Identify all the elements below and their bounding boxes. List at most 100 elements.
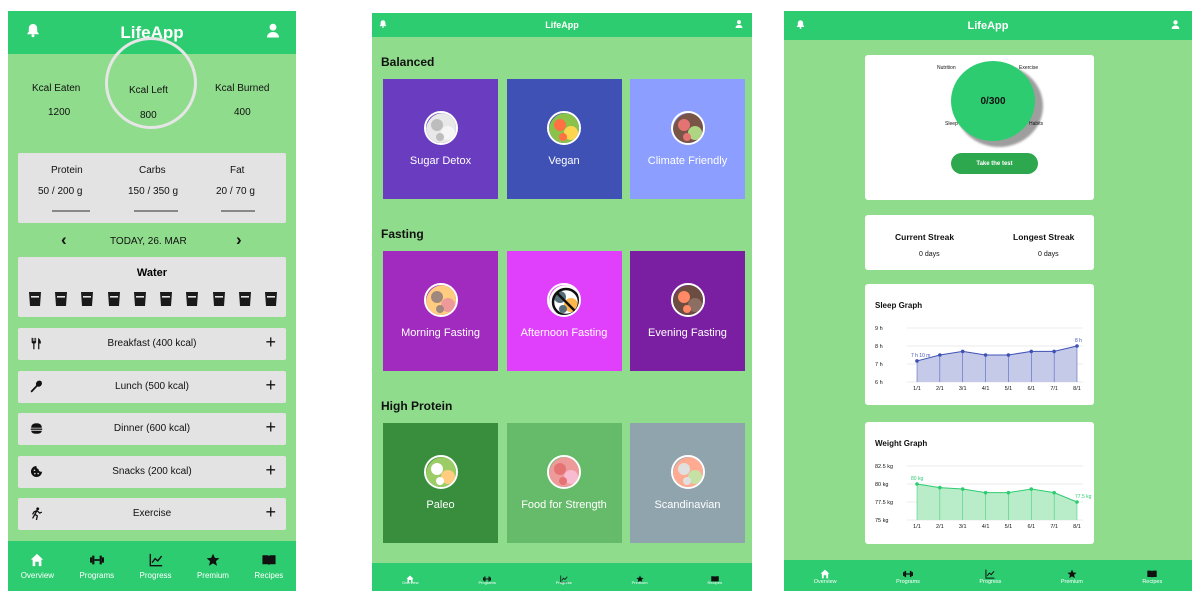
book-icon [262,553,276,567]
add-button[interactable]: + [265,460,276,481]
nav-recipes[interactable]: Recipes [254,553,283,580]
star-icon [1067,566,1077,579]
water-glass-icon[interactable] [28,291,42,307]
bell-icon[interactable] [26,23,40,43]
water-glass-icon[interactable] [80,291,94,307]
bell-icon[interactable] [379,20,387,31]
nav-programs[interactable]: Programs [896,566,920,585]
program-image [423,283,458,317]
nav-progress[interactable]: Progress [979,566,1001,585]
nav-label: Progress [555,579,572,585]
nav-programs[interactable]: Programs [479,570,496,585]
water-glass-icon[interactable] [107,291,121,307]
nav-progress[interactable]: Progress [556,570,572,585]
program-label: Sugar Detox [409,155,472,167]
nav-overview[interactable]: Overview [814,566,837,585]
water-glass-icon[interactable] [238,291,252,307]
nav-progress[interactable]: Progress [140,553,172,580]
meal-row[interactable]: Exercise + [18,498,286,530]
date-label: TODAY, 26. MAR [110,236,187,247]
data-point [1052,490,1056,495]
star-icon [206,553,220,567]
nav-programs[interactable]: Programs [79,553,114,580]
data-point [1006,353,1011,357]
user-icon[interactable] [735,20,743,31]
program-tile[interactable]: Evening Fasting [630,251,745,371]
xtick-label: 6/1 [1027,386,1035,392]
weight-chart: 82.5 kg 80 kg 77.5 kg 75 kg 1/1 2/1 3/1 4/1 5/1 6… [875,464,1092,530]
add-button[interactable]: + [265,502,276,523]
program-label: Vegan [548,155,580,167]
program-tile[interactable]: Climate Friendly [630,79,745,199]
water-glass-icon[interactable] [264,291,278,307]
water-glass-icon[interactable] [185,291,199,307]
chart-icon [985,566,995,579]
xtick-label: 7/1 [1050,386,1058,392]
app-header: LifeApp [784,11,1192,40]
water-glasses [28,291,278,307]
dumbbell-icon [89,553,104,567]
program-image [670,455,705,489]
data-point [915,359,919,363]
add-button[interactable]: + [265,332,276,353]
program-tile[interactable]: Scandinavian [630,423,745,543]
nav-overview[interactable]: Overview [402,570,419,585]
program-image [547,455,581,489]
program-image [670,111,705,145]
data-point [1052,349,1056,354]
meal-row[interactable]: Lunch (500 kcal) + [18,370,286,403]
program-tile[interactable]: Sugar Detox [383,79,498,199]
ytick-label: 6 h [875,380,883,386]
score-label-nutrition: Nutrition [937,65,956,71]
nav-label: Overview [20,570,55,580]
kcal-burned-value: 400 [234,107,251,118]
progress-screen: LifeApp 0/300 Nutrition Exercise Sleep H… [784,11,1192,591]
meal-row[interactable]: Breakfast (400 kcal) + [18,328,286,360]
app-title: LifeApp [967,19,1009,32]
bell-icon[interactable] [796,19,805,32]
data-point [983,353,988,357]
water-glass-icon[interactable] [133,291,147,307]
weight-graph-card: Weight Graph 82.5 kg 80 kg 77.5 kg 75 kg 1/1… [865,422,1094,544]
water-glass-icon[interactable] [54,291,68,307]
score-value: 0/300 [980,95,1006,107]
program-tile[interactable]: Morning Fasting [383,251,498,371]
nav-label: Progress [139,570,172,580]
home-icon [820,566,830,579]
bottom-nav: Overview Programs Progress Premium Recipes [784,560,1192,591]
data-point [983,490,988,495]
carbs-bar [134,210,178,212]
user-icon[interactable] [1171,19,1180,32]
water-glass-icon[interactable] [159,291,173,307]
program-tile[interactable]: Paleo [383,423,498,543]
program-tile[interactable]: Afternoon Fasting [506,251,622,371]
nav-overview[interactable]: Overview [21,553,54,580]
fat-bar [221,210,255,212]
nav-premium[interactable]: Premium [632,570,648,585]
chart-icon [149,553,163,567]
program-image [670,283,705,317]
meal-row[interactable]: Dinner (600 kcal) + [18,413,286,445]
meal-row[interactable]: Snacks (200 kcal) + [18,455,286,488]
nav-label: Recipes [254,570,284,580]
program-tile[interactable]: Food for Strength [506,423,622,543]
nav-recipes[interactable]: Recipes [708,570,722,585]
nav-label: Recipes [707,579,722,585]
add-button[interactable]: + [265,417,276,438]
score-label-exercise: Exercise [1019,65,1039,71]
nav-premium[interactable]: Premium [197,553,229,580]
data-label: 77.5 kg [1075,494,1092,500]
water-glass-icon[interactable] [212,291,226,307]
xtick-label: 4/1 [982,524,990,530]
user-icon[interactable] [266,23,280,43]
nav-recipes[interactable]: Recipes [1142,566,1162,585]
data-point [938,485,942,490]
date-prev-button[interactable]: ‹ [61,230,67,250]
add-button[interactable]: + [265,375,276,396]
date-next-button[interactable]: › [236,230,242,250]
take-test-button[interactable]: Take the test [951,153,1038,174]
program-tile[interactable]: Vegan [506,79,622,199]
data-point [938,353,942,357]
nav-premium[interactable]: Premium [1061,566,1083,585]
data-point [1029,487,1034,491]
